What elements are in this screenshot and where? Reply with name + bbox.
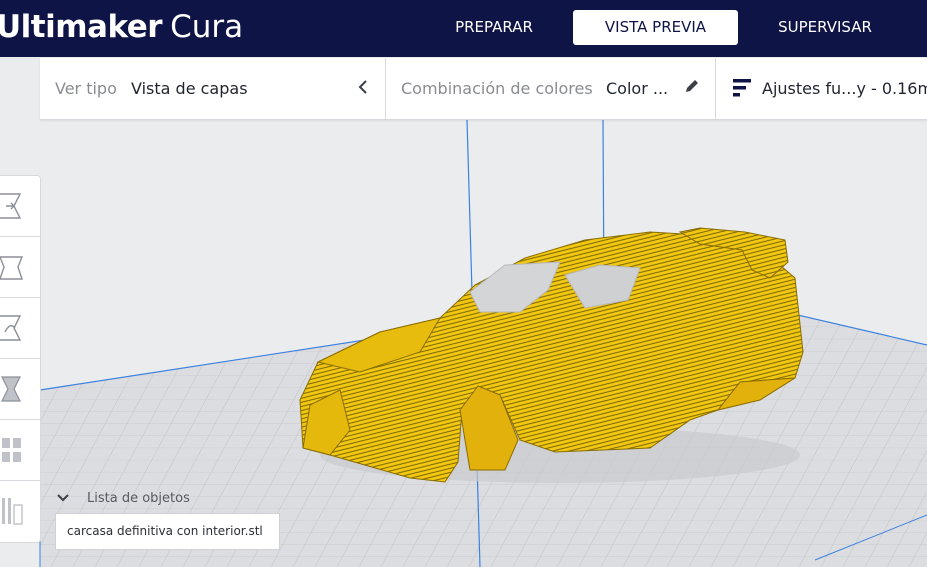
support-blocker-button[interactable]: [0, 481, 40, 541]
mirror-tool-button[interactable]: [0, 359, 40, 420]
scale-icon: [0, 256, 24, 280]
view-type-value: Vista de capas: [131, 79, 248, 98]
tab-preview[interactable]: VISTA PREVIA: [573, 10, 738, 45]
tab-monitor[interactable]: SUPERVISAR: [760, 10, 890, 45]
color-scheme-label: Combinación de colores: [401, 79, 593, 98]
print-settings-selector[interactable]: Ajustes fu...y - 0.16mm: [716, 58, 927, 119]
brand-name: Ultimaker: [0, 9, 163, 45]
tool-panel: [0, 175, 41, 543]
chevron-left-icon: [358, 80, 367, 94]
view-type-label: Ver tipo: [55, 79, 117, 98]
move-tool-button[interactable]: [0, 176, 40, 237]
product-name: Cura: [170, 9, 244, 45]
per-model-settings-icon: [2, 438, 21, 462]
pencil-icon: [686, 80, 698, 92]
object-list-label: Lista de objetos: [87, 491, 190, 506]
object-file-name: carcasa definitiva con interior.stl: [67, 524, 263, 538]
support-blocker-icon: [2, 498, 23, 525]
per-model-settings-button[interactable]: [0, 420, 40, 481]
color-scheme-value: Color ...: [606, 79, 669, 98]
rotate-icon: [0, 315, 22, 341]
object-list-item[interactable]: carcasa definitiva con interior.stl: [55, 513, 280, 550]
preview-toolbar: Ver tipo Vista de capas Combinación de c…: [40, 58, 927, 120]
chevron-down-icon: [57, 494, 69, 502]
scale-tool-button[interactable]: [0, 237, 40, 298]
app-logo: Ultimaker Cura: [0, 7, 243, 47]
settings-sliders-icon: [733, 79, 751, 97]
color-scheme-selector[interactable]: Combinación de colores Color ...: [386, 58, 715, 119]
move-icon: [0, 193, 22, 219]
tab-prepare[interactable]: PREPARAR: [440, 10, 548, 45]
view-type-selector[interactable]: Ver tipo Vista de capas: [40, 58, 385, 119]
print-settings-value: Ajustes fu...y - 0.16mm: [762, 79, 927, 98]
mirror-icon: [1, 376, 21, 402]
top-header: Ultimaker Cura PREPARAR VISTA PREVIA SUPE…: [0, 0, 927, 57]
rotate-tool-button[interactable]: [0, 298, 40, 359]
